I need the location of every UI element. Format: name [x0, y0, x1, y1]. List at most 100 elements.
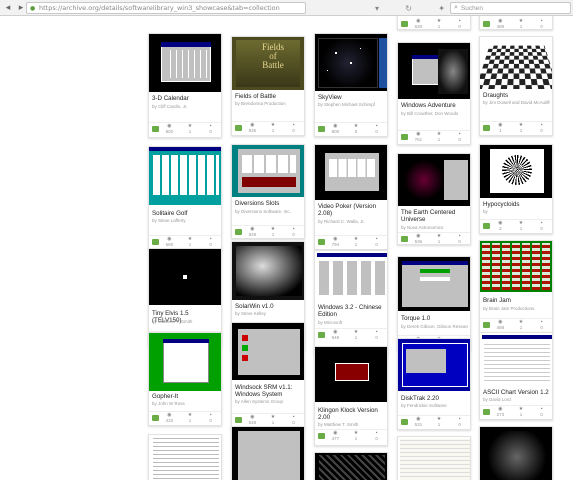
item-card[interactable]: The Earth Centered Universe by Nova Astr…	[397, 153, 471, 245]
partial-card[interactable]: ◉ 489 ★ 1 ▪ 0	[479, 16, 553, 30]
thumbnail[interactable]	[398, 257, 470, 311]
thumbnail[interactable]	[149, 333, 221, 391]
thumbnail[interactable]	[480, 427, 552, 480]
thumbnail[interactable]	[315, 251, 387, 301]
item-card[interactable]: Windsock SRM v1.1: Windows System by All…	[231, 322, 305, 430]
item-card[interactable]: Klingon Klock Version 2.00 by Matthew T.…	[314, 346, 388, 446]
thumbnail[interactable]	[398, 154, 470, 206]
item-title[interactable]: Hypocycloids	[483, 201, 550, 208]
thumbnail[interactable]	[480, 37, 552, 90]
item-creator[interactable]: by Stephen Michael Schimpf	[318, 102, 385, 107]
item-title[interactable]: DiskTrak 2.20	[401, 395, 468, 402]
thumbnail[interactable]	[315, 145, 387, 200]
item-title[interactable]: Windows Adventure	[401, 102, 468, 109]
item-creator[interactable]: by Richard C. Walla, Jr.	[318, 219, 385, 224]
thumbnail[interactable]	[232, 242, 304, 300]
item-creator[interactable]: by Nova Astronomics	[401, 225, 468, 230]
thumbnail[interactable]	[480, 145, 552, 198]
item-creator[interactable]: by Microsoft	[318, 320, 385, 325]
item-title[interactable]: Gopher-It	[152, 393, 219, 400]
item-title[interactable]: Windsock SRM v1.1: Windows System	[235, 384, 302, 398]
partial-card[interactable]	[397, 436, 471, 480]
bird-icon[interactable]: ✦	[438, 4, 445, 13]
item-card[interactable]: Solitaire Golf by Steve Lafferty ◉ 680 ★ 1…	[148, 146, 222, 250]
software-type-icon	[401, 418, 408, 425]
thumbnail[interactable]	[232, 145, 304, 197]
reload-icon[interactable]: ↻	[405, 4, 412, 13]
item-creator[interactable]: by Cliff Cardin, Jr.	[152, 104, 219, 109]
item-title[interactable]: Torque 1.0	[401, 315, 468, 322]
browser-toolbar: ◂ ▸ ● https://archive.org/details/softwa…	[0, 0, 573, 16]
item-creator[interactable]: by Matthew T. Smith	[318, 422, 385, 427]
partial-card[interactable]	[231, 426, 305, 480]
dropdown-icon[interactable]: ▾	[375, 4, 379, 13]
thumbnail[interactable]: Fields of Battle	[232, 37, 304, 90]
item-creator[interactable]: by Brain Jam Productions	[483, 306, 550, 311]
back-icon[interactable]: ◂	[3, 2, 13, 13]
thumbnail[interactable]	[149, 34, 221, 92]
url-text: https://archive.org/details/softwarelibr…	[39, 4, 280, 12]
item-creator[interactable]: by Steve Kelley	[235, 311, 302, 316]
url-bar[interactable]: ● https://archive.org/details/softwareli…	[26, 2, 306, 14]
item-title[interactable]: SolarWin v1.0	[235, 303, 302, 310]
thumbnail[interactable]	[149, 147, 221, 205]
thumbnail[interactable]	[398, 437, 470, 480]
item-card[interactable]: 3-D Calendar by Cliff Cardin, Jr. ◉ 802 ★…	[148, 33, 222, 138]
item-card[interactable]: Brain Jam by Brain Jam Productions ◉ 488 …	[479, 240, 553, 333]
item-title[interactable]: Brain Jam	[483, 297, 550, 304]
forward-icon[interactable]: ▸	[16, 2, 26, 13]
item-card[interactable]: ASCII Chart Version 1.2 by David Lord ◉ 2…	[479, 332, 553, 420]
item-title[interactable]: ASCII Chart Version 1.2	[483, 389, 550, 396]
item-creator[interactable]: by John W Ross	[152, 401, 219, 406]
item-card[interactable]: Torque 1.0 by Derek Gibson, Gibson Resea…	[397, 256, 471, 351]
item-creator[interactable]: by Allen Systems Group	[235, 399, 302, 404]
partial-card[interactable]	[148, 434, 222, 480]
search-input[interactable]: ⌕ Suchen	[450, 2, 571, 14]
item-title[interactable]: Windows 3.2 - Chinese Edition	[318, 304, 385, 318]
item-title[interactable]: Solitaire Golf	[152, 210, 219, 217]
partial-card[interactable]	[479, 426, 553, 480]
item-creator[interactable]: by Diversions Software, Inc.	[235, 209, 302, 214]
item-creator[interactable]: by Bill Crowther, Don Woods	[401, 111, 468, 116]
partial-card[interactable]	[314, 452, 388, 480]
item-creator[interactable]: by Fendrickie Software	[401, 403, 468, 408]
thumbnail[interactable]	[480, 241, 552, 292]
item-card[interactable]: Video Poker (Version 2.08) by Richard C.…	[314, 144, 388, 250]
thumbnail[interactable]	[398, 43, 470, 99]
thumbnail[interactable]	[149, 435, 221, 480]
item-creator[interactable]: by Steve Lafferty	[152, 218, 219, 223]
item-creator[interactable]: by Jim Dowell and David McAuliffe	[483, 100, 550, 105]
item-title[interactable]: Fields of Battle	[235, 93, 302, 100]
thumbnail[interactable]	[480, 333, 552, 385]
item-title[interactable]: 3-D Calendar	[152, 95, 219, 102]
item-card[interactable]: Gopher-It by John W Ross ◉ 433 ★ 1 ▪ 0	[148, 332, 222, 426]
item-card[interactable]: Windows 3.2 - Chinese Edition by Microso…	[314, 250, 388, 355]
item-card[interactable]: Fields of Battle Fields of Battle by Brend…	[231, 36, 305, 136]
item-title[interactable]: Video Poker (Version 2.08)	[318, 203, 385, 217]
item-title[interactable]: Diversions Slots	[235, 200, 302, 207]
item-card[interactable]: SkyView by Stephen Michael Schimpf ◉ 800 …	[314, 33, 388, 137]
item-card[interactable]: Windows Adventure by Bill Crowther, Don …	[397, 42, 471, 145]
thumbnail[interactable]	[149, 249, 221, 305]
item-creator[interactable]: by Matthew T. Smith	[152, 319, 219, 324]
item-card[interactable]: Hypocycloids by ◉ 2 ★ 1 ▪ 0	[479, 144, 553, 234]
views-count: ◉ 802	[165, 122, 174, 134]
item-title[interactable]: Klingon Klock Version 2.00	[318, 407, 385, 421]
partial-card[interactable]: ◉ 630 ★ 1 ▪ 0	[397, 16, 471, 30]
thumbnail[interactable]	[315, 347, 387, 402]
item-card[interactable]: Diversions Slots by Diversions Software,…	[231, 144, 305, 239]
item-creator[interactable]: by Derek Gibson, Gibson Research	[401, 324, 468, 329]
item-title[interactable]: The Earth Centered Universe	[401, 209, 468, 223]
item-creator[interactable]: by Brendorina Production	[235, 101, 302, 106]
thumbnail[interactable]	[315, 34, 387, 91]
thumbnail[interactable]	[398, 339, 470, 391]
item-title[interactable]: SkyView	[318, 94, 385, 101]
item-title[interactable]: Draughts	[483, 92, 550, 99]
thumbnail[interactable]	[232, 323, 304, 380]
item-creator[interactable]: by	[483, 209, 550, 214]
item-card[interactable]: DiskTrak 2.20 by Fendrickie Software ◉ 53…	[397, 338, 471, 430]
item-creator[interactable]: by David Lord	[483, 397, 550, 402]
thumbnail[interactable]	[315, 453, 387, 480]
thumbnail[interactable]	[232, 427, 304, 480]
item-card[interactable]: Draughts by Jim Dowell and David McAulif…	[479, 36, 553, 136]
